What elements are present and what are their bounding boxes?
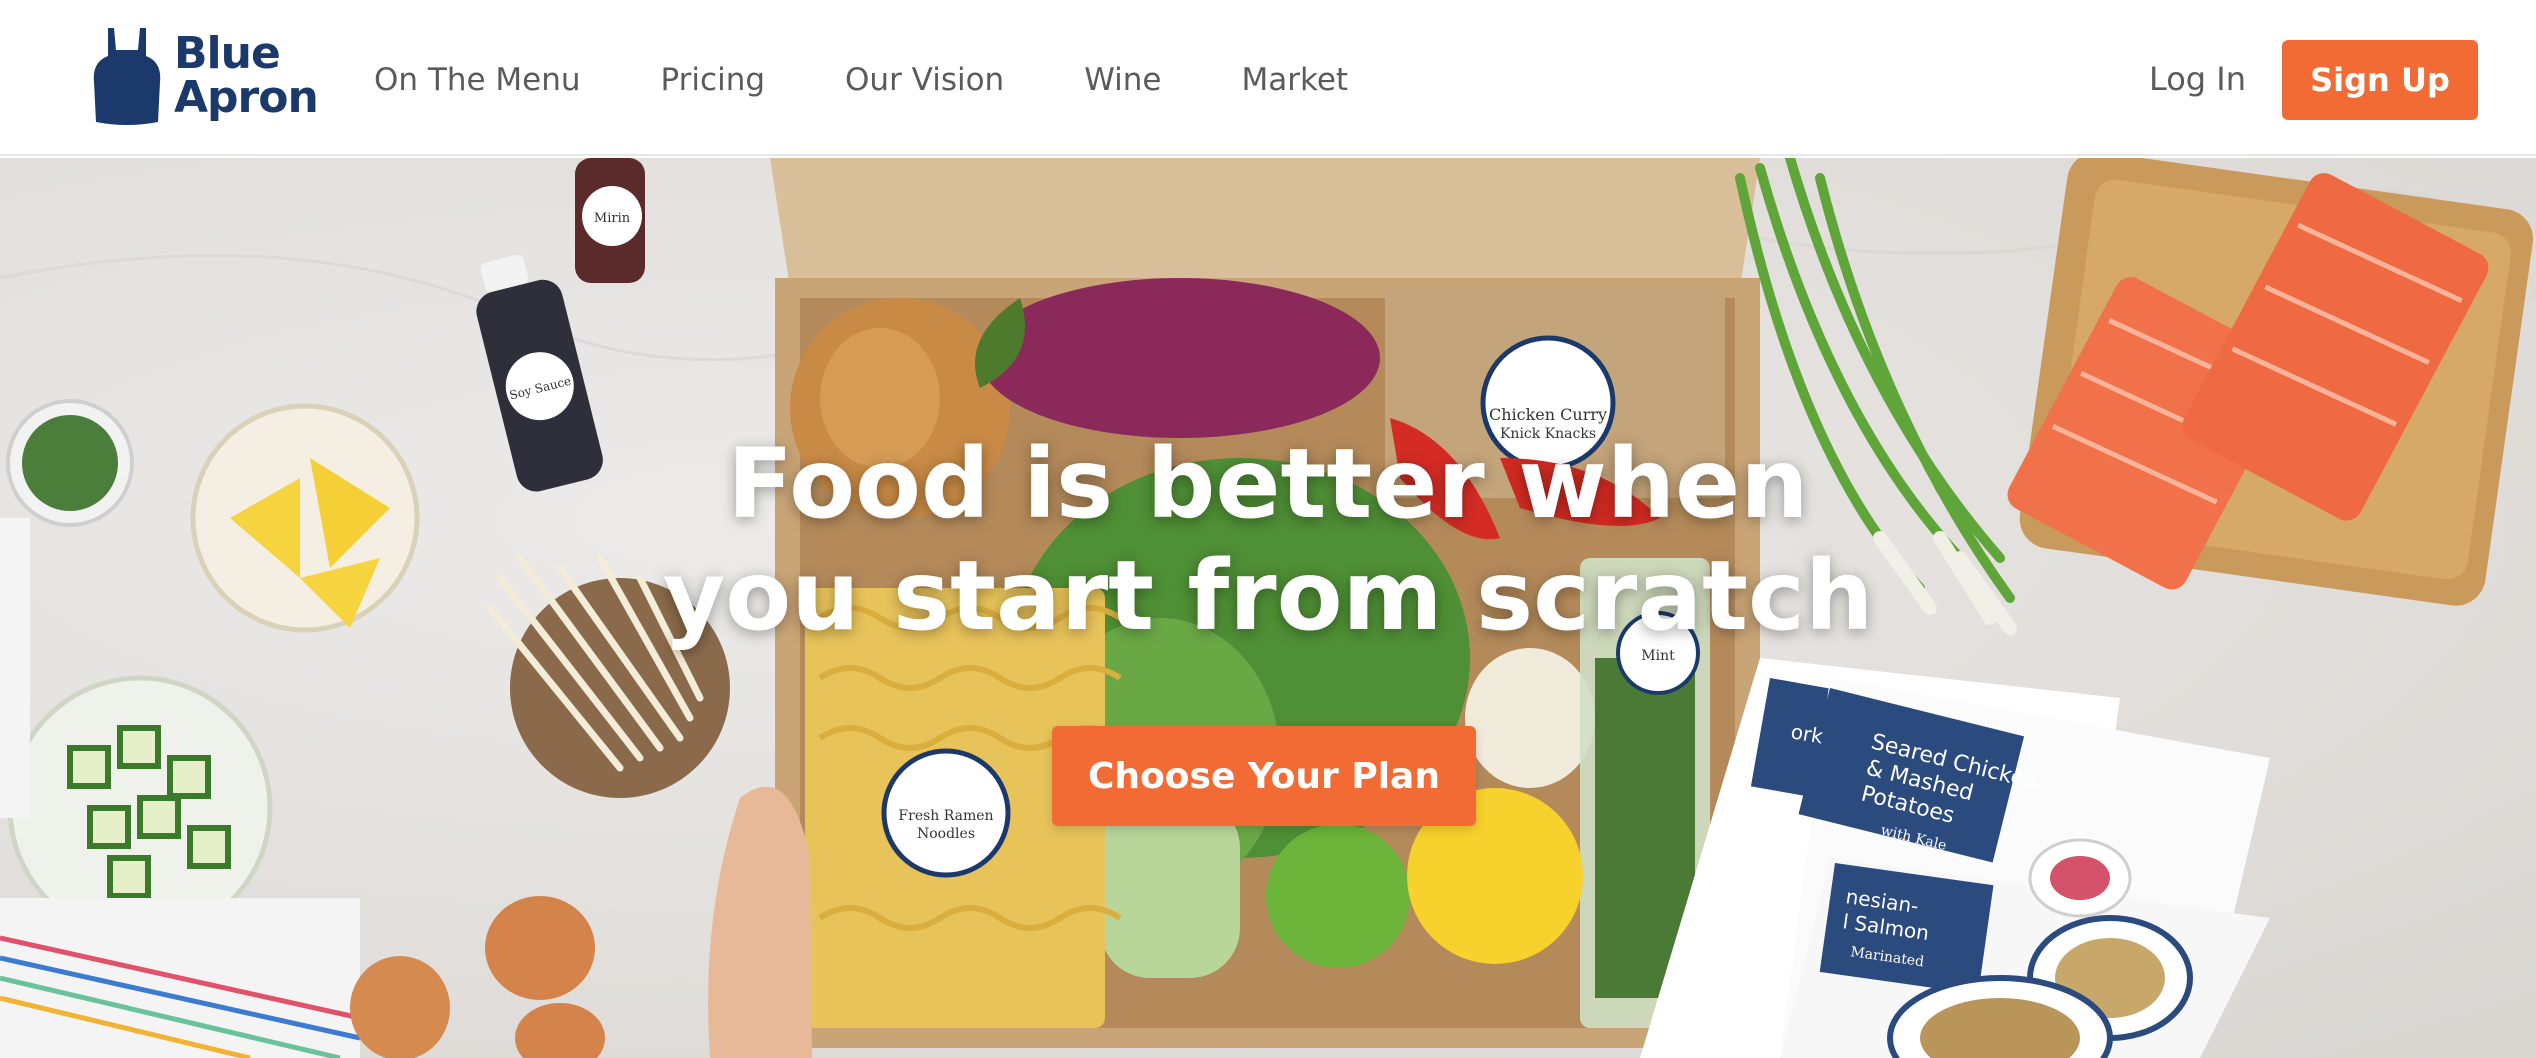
main-nav: On The Menu Pricing Our Vision Wine Mark… xyxy=(374,52,1428,108)
signup-button[interactable]: Sign Up xyxy=(2282,40,2478,120)
nav-our-vision[interactable]: Our Vision xyxy=(845,62,1004,98)
hero-section: Chicken Curry Knick Knacks Mint Fresh Ra… xyxy=(0,158,2536,1058)
nav-pricing[interactable]: Pricing xyxy=(661,62,766,98)
nav-wine[interactable]: Wine xyxy=(1084,62,1161,98)
label-noodles: Noodles xyxy=(917,826,975,842)
nav-on-the-menu[interactable]: On The Menu xyxy=(374,62,581,98)
blue-apron-logo[interactable]: Blue Apron xyxy=(92,24,322,128)
hero-title-line2: you start from scratch xyxy=(662,540,1874,652)
apron-icon xyxy=(93,28,161,125)
hero-title: Food is better when you start from scrat… xyxy=(0,428,2536,652)
brand-line2: Apron xyxy=(174,72,319,123)
brand-line1: Blue xyxy=(174,28,281,79)
label-chicken-curry: Chicken Curry xyxy=(1489,405,1607,424)
label-mirin: Mirin xyxy=(594,211,631,226)
hero-title-line1: Food is better when xyxy=(727,428,1809,540)
label-fresh-ramen: Fresh Ramen xyxy=(898,808,993,824)
site-header: Blue Apron On The Menu Pricing Our Visio… xyxy=(0,0,2536,156)
choose-your-plan-button[interactable]: Choose Your Plan xyxy=(1052,726,1476,826)
login-link[interactable]: Log In xyxy=(2149,60,2246,98)
nav-market[interactable]: Market xyxy=(1242,62,1349,98)
